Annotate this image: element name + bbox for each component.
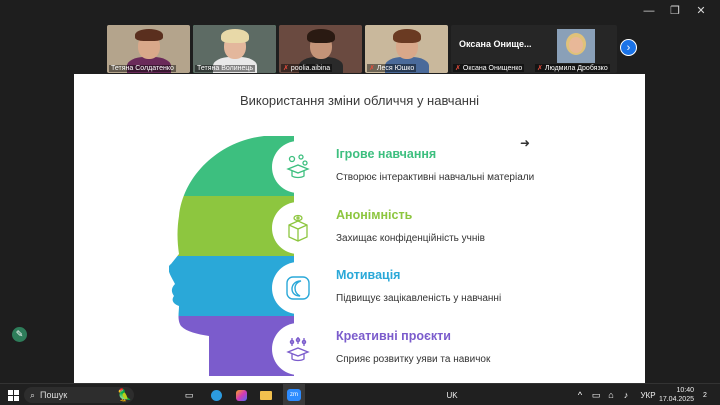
participant-name: ✗ Леся Юшко [367,64,417,72]
clock[interactable]: 10:40 17.04.2025 [659,386,694,404]
participant-name: ✗ poolia.aibina [281,64,333,72]
tray-label: UK [446,390,458,400]
edge-browser-icon[interactable] [207,384,225,405]
copilot-icon[interactable] [232,384,250,405]
annotate-pen-button[interactable]: ✎ [12,327,27,342]
minimize-button[interactable]: — [636,3,662,19]
anonymity-box-icon [272,201,324,254]
creative-projects-icon [272,322,324,375]
participant-name: ✗ Людмила Дробязко [535,64,610,72]
video-person [569,37,583,53]
feature-title: Креативні проєкти [336,328,451,343]
video-person [220,29,249,43]
participant-tile-active-speaker[interactable]: Тетяна Волинець [193,25,276,73]
mic-muted-icon: ✗ [369,65,375,72]
volume-icon[interactable]: ♪ [620,384,632,405]
mic-muted-icon: ✗ [283,65,289,72]
task-view-icon[interactable]: ▭ [180,384,198,405]
feature-title: Мотивація [336,268,401,282]
feature-title: Анонімність [336,207,413,222]
taskbar-search[interactable]: ⌕ Пошук 🦜 [24,387,134,403]
start-button[interactable] [4,384,22,405]
notifications-button[interactable]: 2 [697,384,713,405]
language-indicator[interactable]: УКР [638,384,658,405]
participant-name: Тетяна Волинець [195,65,256,72]
participant-display-name: Оксана Онище... [459,39,532,49]
participant-name: ✗ Оксана Онищенко [453,64,525,72]
clock-time: 10:40 [676,387,694,394]
search-placeholder: Пошук [40,390,68,400]
bird-widget-icon: 🦜 [117,388,132,402]
participant-name: Тетяна Солдатенко [109,65,176,72]
video-person [134,29,163,41]
windows-taskbar: ⌕ Пошук 🦜 ▭ zm UK ^ ▭ ⌂ ♪ УКР 10:40 17.0… [0,383,720,405]
feature-title: Ігрове навчання [336,147,437,161]
moon-icon [272,262,324,314]
participant-tile[interactable]: ✗ poolia.aibina [279,25,362,73]
pen-icon: ✎ [15,329,24,339]
close-button[interactable]: ✕ [688,3,714,19]
mic-muted-icon: ✗ [537,65,543,72]
notification-count: 2 [703,391,707,399]
participant-photo [557,29,595,63]
window-controls: — ❐ ✕ [636,3,714,19]
network-icon[interactable]: ⌂ [605,384,617,405]
arrow-right-icon: ➜ [520,136,531,150]
windows-logo-icon [7,389,19,401]
next-participants-button[interactable]: › [620,39,637,56]
participant-tile[interactable]: ✗ Леся Юшко [365,25,448,73]
slide-title: Використання зміни обличчя у навчанні [239,93,480,108]
video-person [392,29,421,43]
chevron-right-icon: › [626,42,631,54]
feature-description: Сприяє розвитку уяви та навичок [336,353,491,365]
file-explorer-icon[interactable] [257,384,275,405]
participant-tile[interactable]: Тетяна Солдатенко [107,25,190,73]
feature-description: Захищає конфіденційність учнів [336,232,485,244]
participant-strip: Тетяна Солдатенко Тетяна Волинець ✗ pooli… [107,25,617,73]
zoom-app-icon[interactable]: zm [283,384,305,405]
clock-date: 17.04.2025 [658,396,694,403]
feature-description: Підвищує зацікавленість у навчанні [336,293,502,304]
participant-tile[interactable]: Оксана Онище... ✗ Оксана Онищенко ✗ Людмил… [451,25,617,73]
game-learning-icon [272,141,324,193]
battery-icon[interactable]: ▭ [590,384,602,405]
mic-muted-icon: ✗ [455,65,461,72]
restore-button[interactable]: ❐ [662,3,688,19]
shared-screen-slide: Використання зміни обличчя у навчанні ➜ [74,74,645,384]
screen: — ❐ ✕ Тетяна Солдатенко Тетяна Волинець … [0,0,720,405]
video-person [306,29,335,43]
feature-description: Створює інтерактивні навчальні матеріали [336,172,535,183]
search-icon: ⌕ [30,389,36,400]
chevron-up-icon[interactable]: ^ [574,384,586,405]
